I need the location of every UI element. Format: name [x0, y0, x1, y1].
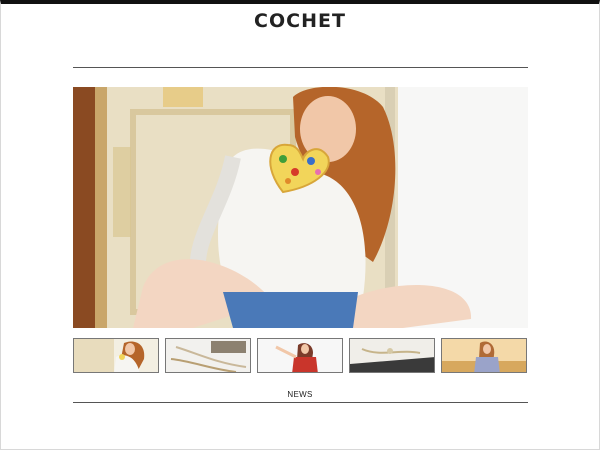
thumbnail-2[interactable]	[165, 338, 251, 373]
news-link[interactable]: NEWS	[0, 390, 600, 399]
thumbnail-1[interactable]	[73, 338, 159, 373]
thumbnail-4[interactable]	[349, 338, 435, 373]
thumbnail-strip	[73, 338, 528, 374]
hero-image	[73, 87, 528, 328]
thumbnail-3[interactable]	[257, 338, 343, 373]
brand-logo[interactable]: COCHET	[0, 10, 600, 32]
footer-divider	[73, 402, 528, 403]
header-divider	[73, 67, 528, 68]
thumbnail-5[interactable]	[441, 338, 527, 373]
